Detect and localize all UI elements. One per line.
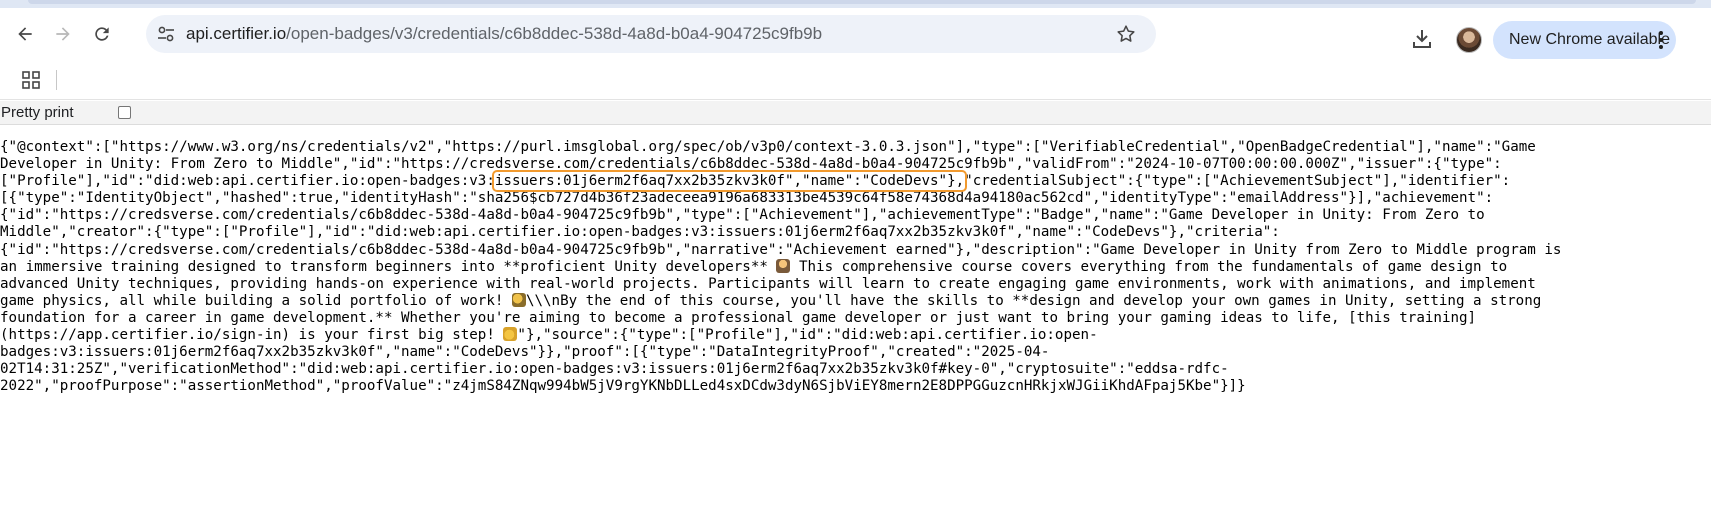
tab-strip: [0, 0, 1711, 8]
json-text: (https://app.certifier.io/sign-in) is yo…: [0, 327, 504, 344]
reload-button[interactable]: [85, 17, 119, 51]
more-vert-icon[interactable]: [1658, 30, 1664, 50]
json-content: {"@context":["https://www.w3.org/ns/cred…: [0, 139, 1711, 395]
active-tab-edge: [28, 0, 1696, 4]
json-line: 2022","proofPurpose":"assertionMethod","…: [0, 378, 1246, 395]
json-line: [{"type":"IdentityObject","hashed":true,…: [0, 190, 1494, 207]
download-icon[interactable]: [1410, 27, 1434, 51]
emoji-icon: [776, 258, 791, 273]
url-host: api.certifier.io: [186, 24, 287, 43]
json-text: game physics, all while building a solid…: [0, 292, 512, 309]
reload-icon: [95, 27, 109, 41]
new-chrome-label: New Chrome available: [1509, 31, 1670, 48]
star-icon[interactable]: [1115, 23, 1137, 45]
json-line: foundation for a career in game developm…: [0, 309, 1477, 326]
json-text: ["Profile"],"id":"did:web:api.certifier.…: [0, 173, 495, 190]
forward-icon: [56, 27, 70, 41]
url-path: /open-badges/v3/credentials/c6b8ddec-538…: [286, 24, 823, 43]
new-chrome-available-button[interactable]: New Chrome available: [1493, 21, 1676, 59]
site-info-icon[interactable]: [156, 24, 176, 44]
json-line: an immersive training designed to transf…: [0, 258, 1711, 276]
json-line: Developer in Unity: From Zero to Middle"…: [0, 156, 1502, 173]
highlighted-issuer: issuers:01j6erm2f6aq7xx2b35zkv3k0f","nam…: [491, 170, 968, 193]
pretty-print-checkbox[interactable]: [118, 106, 131, 119]
bookmarks-bar: [0, 60, 1711, 100]
bookmarks-separator: [56, 70, 57, 90]
back-button[interactable]: [8, 17, 42, 51]
json-text: \\\nBy the end of this course, you'll ha…: [525, 292, 1542, 309]
json-line: ["Profile"],"id":"did:web:api.certifier.…: [0, 170, 1711, 193]
json-text: This comprehensive course covers everyth…: [790, 258, 1508, 275]
json-text: "},"source":{"type":["Profile"],"id":"di…: [517, 327, 1098, 344]
json-line: {"id":"https://credsverse.com/credential…: [0, 241, 1562, 258]
json-text: an immersive training designed to transf…: [0, 258, 777, 275]
json-text: "credentialSubject":{"type":["Achievemen…: [964, 173, 1511, 190]
json-line: (https://app.certifier.io/sign-in) is yo…: [0, 327, 1711, 344]
json-line: 02T14:31:25Z","verificationMethod":"did:…: [0, 361, 1229, 378]
back-icon: [18, 27, 32, 41]
apps-icon[interactable]: [22, 71, 40, 89]
json-line: badges:v3:issuers:01j6erm2f6aq7xx2b35zkv…: [0, 344, 1050, 361]
json-line: game physics, all while building a solid…: [0, 292, 1711, 310]
browser-toolbar: api.certifier.io/open-badges/v3/credenti…: [0, 8, 1711, 60]
profile-avatar[interactable]: [1456, 27, 1482, 53]
emoji-icon: [503, 327, 518, 342]
json-line: {"id":"https://credsverse.com/credential…: [0, 207, 1485, 224]
forward-button[interactable]: [46, 17, 80, 51]
address-bar[interactable]: api.certifier.io/open-badges/v3/credenti…: [146, 15, 1156, 53]
pretty-print-label: Pretty print: [1, 104, 74, 121]
json-line: Middle","creator":{"type":["Profile"],"i…: [0, 224, 1280, 241]
url-text[interactable]: api.certifier.io/open-badges/v3/credenti…: [186, 15, 822, 53]
json-line: advanced Unity techniques, providing han…: [0, 275, 1536, 292]
emoji-icon: [511, 292, 526, 307]
json-line: {"@context":["https://www.w3.org/ns/cred…: [0, 139, 1536, 155]
json-viewer-toolbar: Pretty print: [0, 101, 1711, 125]
